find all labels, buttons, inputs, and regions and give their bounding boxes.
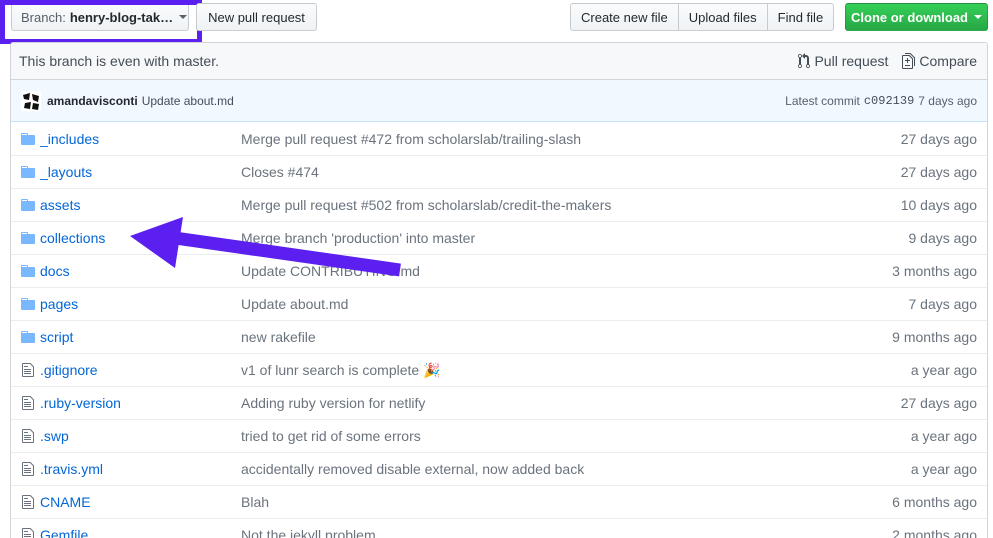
clone-label: Clone or download: [851, 9, 968, 25]
file-row: collections Merge branch 'production' int…: [11, 221, 987, 254]
commit-message-link[interactable]: v1 of lunr search is complete 🎉: [241, 362, 867, 379]
commit-age: 27 days ago: [900, 130, 977, 147]
file-name-link[interactable]: _layouts: [40, 164, 241, 180]
commit-message-link[interactable]: accidentally removed disable external, n…: [241, 461, 867, 477]
commit-message-link[interactable]: new rakefile: [241, 329, 867, 345]
file-actions-group: Create new file Upload files Find file: [570, 3, 835, 31]
commit-age: 3 months ago: [892, 263, 977, 279]
latest-commit-bar: amandavisconti Update about.md Latest co…: [11, 80, 987, 122]
file-name-link[interactable]: CNAME: [40, 494, 241, 510]
commit-message-link[interactable]: Update about.md: [142, 94, 234, 108]
branch-status-text: This branch is even with master.: [19, 53, 219, 69]
commit-age: 9 months ago: [892, 329, 977, 345]
find-file-button[interactable]: Find file: [766, 3, 835, 31]
file-navigation-toolbar: Branch: henry-blog-tak… New pull request…: [0, 0, 993, 44]
commit-message-link[interactable]: Blah: [241, 494, 867, 510]
file-name-link[interactable]: collections: [40, 230, 241, 246]
folder-icon: [21, 197, 35, 213]
file-row: .gitignore v1 of lunr search is complete …: [11, 353, 987, 386]
file-icon: [21, 428, 35, 444]
compare-label: Compare: [919, 53, 977, 69]
file-name-link[interactable]: assets: [40, 197, 241, 213]
commit-age: 7 days ago: [918, 93, 977, 108]
commit-message-link[interactable]: Update about.md: [241, 296, 867, 312]
commit-message-link[interactable]: Closes #474: [241, 164, 867, 180]
pull-request-link[interactable]: Pull request: [798, 53, 888, 69]
file-name-link[interactable]: _includes: [40, 131, 241, 147]
file-name-link[interactable]: docs: [40, 263, 241, 279]
file-row: pages Update about.md 7 days ago: [11, 287, 987, 320]
commit-age: 10 days ago: [900, 197, 977, 213]
commit-age: 27 days ago: [900, 164, 977, 180]
file-row: .travis.yml accidentally removed disable …: [11, 452, 987, 485]
commit-sha-link[interactable]: c092139: [864, 94, 914, 108]
commit-age: a year ago: [910, 461, 977, 477]
commit-age: 2 months ago: [892, 527, 977, 538]
commit-message-link[interactable]: Merge pull request #502 from scholarslab…: [241, 197, 867, 213]
folder-icon: [21, 296, 35, 312]
commit-age: 9 days ago: [908, 230, 978, 246]
compare-link[interactable]: Compare: [902, 53, 977, 69]
folder-icon: [21, 164, 35, 180]
commit-age: 27 days ago: [900, 395, 977, 411]
folder-icon: [21, 263, 35, 279]
folder-icon: [21, 329, 35, 345]
file-row: .swp tried to get rid of some errors a yea…: [11, 419, 987, 452]
commit-author-link[interactable]: amandavisconti: [47, 94, 138, 108]
branch-status-bar: This branch is even with master. Pull re…: [11, 43, 987, 80]
git-pull-request-icon: [798, 53, 811, 69]
commit-message-link[interactable]: Not the jekyll problem: [241, 527, 867, 538]
commit-age: 6 months ago: [892, 494, 977, 510]
file-rows: _includes Merge pull request #472 from sc…: [11, 122, 987, 538]
commit-age: a year ago: [910, 362, 977, 378]
file-row: docs Update CONTRIBUTING.md 3 months ago: [11, 254, 987, 287]
file-row: _layouts Closes #474 27 days ago: [11, 155, 987, 188]
commit-message-link[interactable]: Update CONTRIBUTING.md: [241, 263, 867, 279]
branch-highlight-annotation: [0, 0, 202, 44]
file-listing: This branch is even with master. Pull re…: [10, 42, 988, 538]
commit-message-link[interactable]: Merge pull request #472 from scholarslab…: [241, 131, 867, 147]
upload-files-button[interactable]: Upload files: [677, 3, 768, 31]
file-name-link[interactable]: .ruby-version: [40, 395, 241, 411]
commit-age: 7 days ago: [908, 296, 978, 312]
file-name-link[interactable]: .gitignore: [40, 362, 241, 378]
file-icon: [21, 527, 35, 538]
file-row: _includes Merge pull request #472 from sc…: [11, 122, 987, 155]
latest-commit-label: Latest commit: [785, 93, 860, 108]
new-pull-request-button[interactable]: New pull request: [196, 3, 317, 31]
file-diff-icon: [902, 53, 916, 69]
author-avatar[interactable]: [21, 90, 41, 111]
file-row: .ruby-version Adding ruby version for net…: [11, 386, 987, 419]
file-row: assets Merge pull request #502 from schol…: [11, 188, 987, 221]
file-row: Gemfile Not the jekyll problem 2 months ag…: [11, 518, 987, 538]
file-name-link[interactable]: .swp: [40, 428, 241, 444]
folder-icon: [21, 131, 35, 147]
commit-age: a year ago: [910, 428, 977, 444]
create-new-file-button[interactable]: Create new file: [570, 3, 679, 31]
file-name-link[interactable]: .travis.yml: [40, 461, 241, 477]
file-row: CNAME Blah 6 months ago: [11, 485, 987, 518]
avatar-image-icon: [21, 90, 41, 111]
file-name-link[interactable]: Gemfile: [40, 527, 241, 538]
file-icon: [21, 362, 35, 378]
file-icon: [21, 494, 35, 510]
file-name-link[interactable]: script: [40, 329, 241, 345]
file-row: script new rakefile 9 months ago: [11, 320, 987, 353]
commit-message-link[interactable]: Adding ruby version for netlify: [241, 395, 867, 411]
caret-down-icon: [974, 15, 982, 19]
file-icon: [21, 461, 35, 477]
commit-message-link[interactable]: tried to get rid of some errors: [241, 428, 867, 444]
file-name-link[interactable]: pages: [40, 296, 241, 312]
file-icon: [21, 395, 35, 411]
pull-request-label: Pull request: [814, 53, 889, 69]
folder-icon: [21, 230, 35, 246]
clone-or-download-button[interactable]: Clone or download: [845, 3, 988, 31]
commit-message-link[interactable]: Merge branch 'production' into master: [241, 230, 867, 246]
